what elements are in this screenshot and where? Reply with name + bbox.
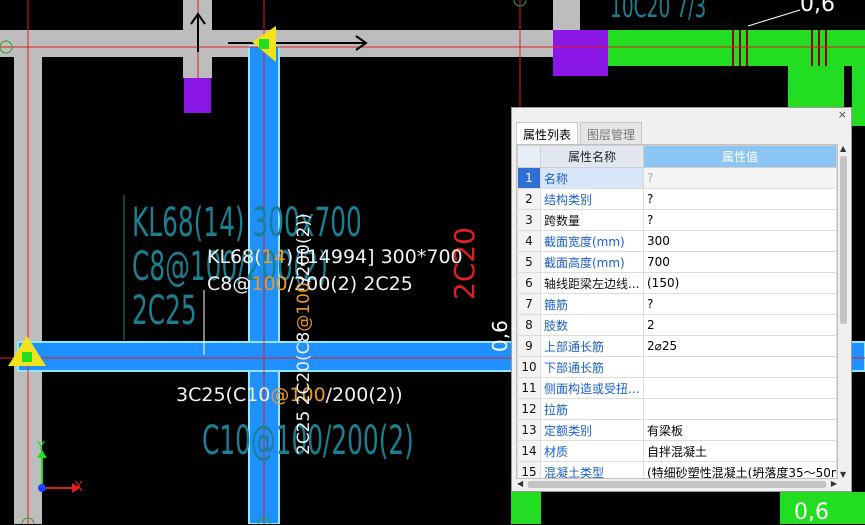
scroll-left-icon[interactable]: ◀ [517,479,523,488]
scroll-thumb[interactable] [840,156,847,324]
axis-y-label: Y [37,440,45,455]
property-value[interactable]: 700 [643,251,837,273]
purple-column-left [184,78,211,113]
property-name: 轴线距梁左边线... [540,272,644,294]
green-beam-bottom-left [511,492,541,524]
beam-label-line1: KL68(14) [14994] 300*700 [207,246,463,268]
property-value[interactable]: 有梁板 [643,419,837,441]
row-number: 7 [517,293,541,315]
property-row[interactable]: 6 轴线距梁左边线... (150) [517,272,837,294]
property-name: 定额类别 [540,419,644,441]
property-name: 肢数 [540,314,644,336]
property-row[interactable]: 10 下部通长筋 [517,356,837,378]
property-row[interactable]: 12 拉筋 [517,398,837,420]
scroll-up-icon[interactable]: ▲ [840,144,846,153]
property-value[interactable] [643,356,837,378]
property-name: 截面高度(mm) [540,251,644,273]
property-name: 跨数量 [540,209,644,231]
row-number: 4 [517,230,541,252]
panel-tabs: 属性列表 图层管理 [516,122,644,144]
green-beam-edge [852,66,865,126]
property-value[interactable] [643,377,837,399]
dim-bottom-right: 0,6 [794,500,829,525]
property-value[interactable]: (150) [643,272,837,294]
header-property-value: 属性值 [643,145,837,168]
property-row[interactable]: 11 侧面构造或受扭... [517,377,837,399]
row-number: 3 [517,209,541,231]
property-value[interactable]: ? [643,167,837,189]
row-number: 6 [517,272,541,294]
property-row[interactable]: 1 名称? [517,167,837,189]
column-top-right [553,0,580,30]
row-number: 2 [517,188,541,210]
property-value[interactable]: ? [643,293,837,315]
axis-x-label: X [74,480,83,495]
property-name: 截面宽度(mm) [540,230,644,252]
row-number: 5 [517,251,541,273]
property-name: 侧面构造或受扭... [540,377,644,399]
ghost-text-line3: 2C25 [132,288,197,334]
row-number: 10 [517,356,541,378]
property-row[interactable]: 2 结构类别? [517,188,837,210]
property-row[interactable]: 15 混凝土类型 (特细砂塑性混凝土(坍落度35～50m... [517,461,837,478]
property-value[interactable]: 2 [643,314,837,336]
ghost-text-line1: KL68(14) 300x700 [132,200,362,246]
property-row[interactable]: 9 上部通长筋 2⌀25 [517,335,837,357]
property-name: 材质 [540,440,644,462]
property-rows: 1 名称? 2 结构类别? 3 跨数量? 4 截面宽度(mm) 300 5 截面高度(mm) 700 6… [517,167,837,478]
purple-column-right [553,30,608,76]
scroll-down-icon[interactable]: ▼ [840,470,846,479]
property-row[interactable]: 5 截面高度(mm) 700 [517,251,837,273]
row-number: 15 [517,461,541,478]
property-row[interactable]: 7 箍筋? [517,293,837,315]
vertical-beam-label: 2C25 2C20(C8@100/200(2)) [294,213,314,455]
close-icon[interactable]: × [838,108,847,121]
scroll-right-icon[interactable]: ▶ [831,479,837,488]
property-value[interactable]: (特细砂塑性混凝土(坍落度35～50m... [643,461,837,478]
tab-property-list[interactable]: 属性列表 [516,122,579,144]
row-number: 1 [517,167,541,189]
property-row[interactable]: 14 材质 自拌混凝土 [517,440,837,462]
green-beam-vertical [788,66,844,110]
property-value[interactable]: ? [643,209,837,231]
property-value[interactable]: 自拌混凝土 [643,440,837,462]
header-row-number [517,145,541,168]
property-row[interactable]: 13 定额类别 有梁板 [517,419,837,441]
property-row[interactable]: 4 截面宽度(mm) 300 [517,230,837,252]
header-property-name: 属性名称 [540,145,644,168]
properties-panel: × 属性列表 图层管理 属性名称 属性值 1 名称? 2 结构类别? 3 跨数量? 4 截面宽… [511,107,852,492]
property-name: 结构类别 [540,188,644,210]
property-name: 拉筋 [540,398,644,420]
property-row[interactable]: 3 跨数量? [517,209,837,231]
row-number: 11 [517,377,541,399]
property-name: 箍筋 [540,293,644,315]
row-number: 14 [517,440,541,462]
property-value[interactable]: ? [643,188,837,210]
row-number: 9 [517,335,541,357]
hscroll-thumb[interactable] [528,481,826,488]
property-name: 下部通长筋 [540,356,644,378]
vertical-scrollbar[interactable]: ▲ ▼ [839,144,849,479]
property-name: 上部通长筋 [540,335,644,357]
row-number: 12 [517,398,541,420]
dim-mid: 0,6 [488,320,512,352]
tab-layer-management[interactable]: 图层管理 [580,122,643,144]
property-row[interactable]: 8 肢数 2 [517,314,837,336]
horizontal-scrollbar[interactable]: ◀ ▶ [516,479,838,490]
property-value[interactable]: 300 [643,230,837,252]
property-grid: 属性名称 属性值 1 名称? 2 结构类别? 3 跨数量? 4 截面宽度(mm) 300 5 截面高… [516,144,838,479]
property-name: 名称 [540,167,644,189]
dim-top-right: 0,6 [800,0,835,17]
property-name: 混凝土类型 [540,461,644,478]
row-number: 8 [517,314,541,336]
beam-label-line3: 3C25(C10@100/200(2)) [176,384,403,406]
ghost-text-top: 10C20 7/3 [610,0,707,25]
row-number: 13 [517,419,541,441]
property-value[interactable]: 2⌀25 [643,335,837,357]
property-value[interactable] [643,398,837,420]
